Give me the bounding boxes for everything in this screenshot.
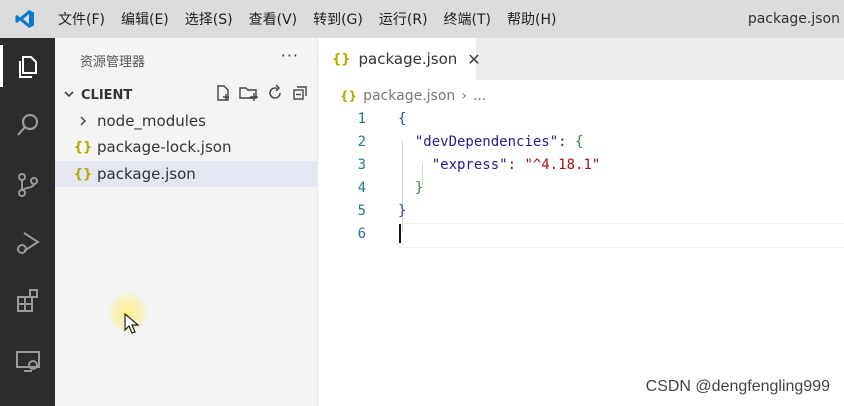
code-text: { (398, 110, 407, 127)
menu-edit[interactable]: 编辑(E) (113, 0, 177, 38)
breadcrumb-separator: › (461, 88, 467, 104)
tree-item-node-modules[interactable]: node_modules (55, 108, 317, 134)
chevron-down-icon (57, 88, 81, 103)
json-file-icon: {} (332, 51, 351, 67)
vscode-window: 文件(F) 编辑(E) 选择(S) 查看(V) 转到(G) 运行(R) 终端(T… (0, 0, 844, 406)
refresh-icon[interactable] (266, 84, 284, 106)
source-control-icon[interactable] (0, 160, 55, 210)
tree-item-package-lock-json[interactable]: {} package-lock.json (55, 134, 317, 160)
section-actions (214, 83, 309, 107)
menu-terminal[interactable]: 终端(T) (436, 0, 499, 38)
code-text: "devDependencies": { (414, 133, 584, 150)
breadcrumb-more[interactable]: ... (473, 88, 486, 104)
menu-file[interactable]: 文件(F) (50, 0, 113, 38)
line-number: 1 (357, 110, 366, 127)
current-line-highlight (398, 223, 844, 248)
tree-item-package-json[interactable]: {} package.json (55, 161, 317, 187)
explorer-title: 资源管理器 (80, 55, 146, 70)
line-number: 5 (357, 202, 366, 219)
code-line-4[interactable]: 4 } (318, 176, 424, 199)
collapse-all-icon[interactable] (291, 84, 309, 106)
tree-item-label: node_modules (97, 112, 206, 130)
json-file-icon: {} (340, 89, 358, 103)
close-icon[interactable]: ✕ (467, 50, 480, 69)
tab-package-json[interactable]: {} package.json ✕ (318, 38, 481, 80)
code-text: } (414, 179, 424, 196)
code-line-1[interactable]: 1 { (318, 107, 407, 130)
remote-explorer-icon[interactable] (0, 336, 55, 386)
line-number: 6 (357, 225, 366, 242)
explorer-sidebar: 资源管理器 ··· CLIENT node_modules {} package… (55, 38, 318, 406)
json-file-icon: {} (73, 139, 93, 155)
folder-section-client[interactable]: CLIENT (55, 83, 317, 107)
code-line-3[interactable]: 3 "express": "^4.18.1" (318, 153, 601, 176)
editor-area: {} package.json ✕ {} package.json › ... … (318, 38, 844, 406)
run-debug-icon[interactable] (0, 218, 55, 268)
new-folder-icon[interactable] (239, 84, 259, 106)
code-text: } (398, 202, 407, 219)
text-caret (399, 224, 401, 243)
tab-bar: {} package.json ✕ (318, 38, 844, 80)
new-file-icon[interactable] (214, 84, 232, 106)
window-title: package.json (747, 11, 840, 27)
menu-bar: 文件(F) 编辑(E) 选择(S) 查看(V) 转到(G) 运行(R) 终端(T… (0, 0, 844, 38)
tree-item-label: package-lock.json (97, 138, 232, 156)
mouse-pointer-icon (124, 312, 140, 339)
menu-help[interactable]: 帮助(H) (499, 0, 564, 38)
chevron-right-icon (75, 115, 91, 127)
menu-selection[interactable]: 选择(S) (177, 0, 241, 38)
code-text: "express": "^4.18.1" (431, 156, 601, 173)
code-line-6[interactable]: 6 (318, 222, 366, 245)
breadcrumb-file[interactable]: package.json (363, 88, 455, 104)
menu-view[interactable]: 查看(V) (241, 0, 306, 38)
tree-item-label: package.json (97, 165, 196, 183)
folder-section-label: CLIENT (81, 87, 133, 103)
menu-go[interactable]: 转到(G) (305, 0, 371, 38)
line-number: 4 (357, 179, 366, 196)
line-number: 2 (357, 133, 366, 150)
extensions-icon[interactable] (0, 276, 55, 326)
watermark: CSDN @dengfengling999 (645, 378, 830, 395)
activity-bar (0, 38, 55, 406)
explorer-icon[interactable] (0, 41, 55, 91)
json-file-icon: {} (73, 166, 93, 182)
line-number: 3 (357, 156, 366, 173)
more-actions-icon[interactable]: ··· (281, 46, 299, 65)
search-icon[interactable] (0, 100, 55, 150)
code-line-5[interactable]: 5 } (318, 199, 407, 222)
vscode-logo-icon (0, 0, 50, 38)
tab-label: package.json (358, 50, 458, 68)
menu-run[interactable]: 运行(R) (371, 0, 436, 38)
breadcrumb: {} package.json › ... (340, 86, 486, 106)
code-line-2[interactable]: 2 "devDependencies": { (318, 130, 584, 153)
